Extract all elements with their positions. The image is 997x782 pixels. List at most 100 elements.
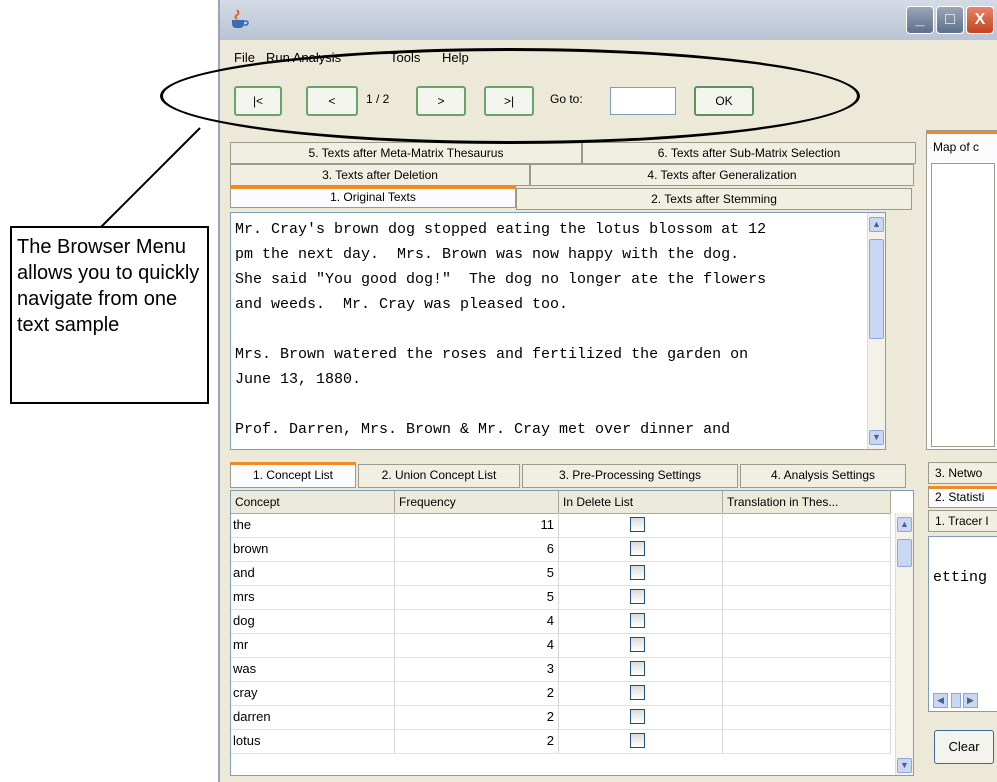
cell-frequency: 5 [395,561,559,585]
table-row[interactable]: brown 6 [231,537,891,562]
table-row[interactable]: was 3 [231,657,891,682]
table-row[interactable]: cray 2 [231,681,891,706]
cell-frequency: 4 [395,633,559,657]
tab-texts-after-meta-matrix-thesaurus[interactable]: 5. Texts after Meta-Matrix Thesaurus [230,142,582,164]
clear-button[interactable]: Clear [934,730,994,764]
menu-tools[interactable]: Tools [390,50,420,65]
scroll-thumb[interactable] [951,693,961,708]
concept-table: Concept Frequency In Delete List Transla… [230,490,914,776]
tab-tracer[interactable]: 1. Tracer l [928,510,997,532]
delete-list-checkbox[interactable] [630,517,645,532]
scroll-left-arrow-icon[interactable]: ◀ [933,693,948,708]
cell-frequency: 2 [395,729,559,753]
java-cup-icon [232,9,249,28]
cell-frequency: 4 [395,609,559,633]
maximize-button[interactable]: □ [936,6,964,34]
cell-in-delete-list [559,537,723,561]
delete-list-checkbox[interactable] [630,709,645,724]
cell-concept: the [231,513,395,537]
tab-texts-after-sub-matrix-selection[interactable]: 6. Texts after Sub-Matrix Selection [582,142,916,164]
last-text-button[interactable]: >| [484,86,534,116]
cell-translation[interactable] [723,705,891,729]
table-header: Concept Frequency In Delete List Transla… [231,491,891,514]
previous-text-button[interactable]: < [306,86,358,116]
cell-concept: darren [231,705,395,729]
tab-concept-list[interactable]: 1. Concept List [230,462,356,488]
tab-original-texts[interactable]: 1. Original Texts [230,186,516,208]
cell-concept: brown [231,537,395,561]
cell-translation[interactable] [723,513,891,537]
tab-map[interactable]: Map of c [927,131,997,161]
tab-statistics[interactable]: 2. Statisti [928,486,997,508]
cell-concept: mr [231,633,395,657]
column-frequency[interactable]: Frequency [395,491,559,513]
tab-analysis-settings[interactable]: 4. Analysis Settings [740,464,906,488]
tracer-output[interactable]: etting ◀ ▶ [928,536,997,712]
scroll-right-arrow-icon[interactable]: ▶ [963,693,978,708]
original-text-pane[interactable]: Mr. Cray's brown dog stopped eating the … [230,212,886,450]
delete-list-checkbox[interactable] [630,589,645,604]
table-row[interactable]: and 5 [231,561,891,586]
cell-translation[interactable] [723,657,891,681]
first-text-button[interactable]: |< [234,86,282,116]
goto-input[interactable] [610,87,676,115]
cell-concept: was [231,657,395,681]
cell-translation[interactable] [723,681,891,705]
table-row[interactable]: lotus 2 [231,729,891,754]
cell-frequency: 11 [395,513,559,537]
scroll-thumb[interactable] [897,539,912,567]
table-row[interactable]: darren 2 [231,705,891,730]
close-button[interactable]: X [966,6,994,34]
tab-union-concept-list[interactable]: 2. Union Concept List [358,464,520,488]
scroll-up-arrow-icon[interactable]: ▲ [897,517,912,532]
delete-list-checkbox[interactable] [630,637,645,652]
cell-translation[interactable] [723,633,891,657]
title-bar: _ □ X [220,0,997,40]
table-row[interactable]: mrs 5 [231,585,891,610]
tab-texts-after-stemming[interactable]: 2. Texts after Stemming [516,188,912,210]
table-row[interactable]: mr 4 [231,633,891,658]
table-vertical-scrollbar[interactable]: ▲ ▼ [895,513,913,775]
delete-list-checkbox[interactable] [630,661,645,676]
map-canvas[interactable] [931,163,995,447]
scroll-down-arrow-icon[interactable]: ▼ [869,430,884,445]
scroll-up-arrow-icon[interactable]: ▲ [869,217,884,232]
cell-in-delete-list [559,561,723,585]
column-translation[interactable]: Translation in Thes... [723,491,891,513]
delete-list-checkbox[interactable] [630,685,645,700]
cell-concept: dog [231,609,395,633]
cell-concept: cray [231,681,395,705]
table-row[interactable]: dog 4 [231,609,891,634]
menu-run-analysis[interactable]: Run Analysis [266,50,341,65]
cell-in-delete-list [559,657,723,681]
cell-frequency: 2 [395,705,559,729]
minimize-button[interactable]: _ [906,6,934,34]
scroll-thumb[interactable] [869,239,884,339]
cell-frequency: 6 [395,537,559,561]
delete-list-checkbox[interactable] [630,541,645,556]
tab-pre-processing-settings[interactable]: 3. Pre-Processing Settings [522,464,738,488]
cell-in-delete-list [559,633,723,657]
menu-file[interactable]: File [234,50,255,65]
scroll-down-arrow-icon[interactable]: ▼ [897,758,912,773]
ok-button[interactable]: OK [694,86,754,116]
next-text-button[interactable]: > [416,86,466,116]
delete-list-checkbox[interactable] [630,565,645,580]
column-in-delete-list[interactable]: In Delete List [559,491,723,513]
table-row[interactable]: the 11 [231,513,891,538]
cell-translation[interactable] [723,537,891,561]
cell-translation[interactable] [723,561,891,585]
column-concept[interactable]: Concept [231,491,395,513]
cell-translation[interactable] [723,729,891,753]
text-vertical-scrollbar[interactable]: ▲ ▼ [867,213,885,449]
delete-list-checkbox[interactable] [630,733,645,748]
goto-label: Go to: [550,92,583,106]
cell-translation[interactable] [723,585,891,609]
menu-help[interactable]: Help [442,50,469,65]
cell-translation[interactable] [723,609,891,633]
tab-network[interactable]: 3. Netwo [928,462,997,484]
tab-texts-after-deletion[interactable]: 3. Texts after Deletion [230,164,530,186]
page-indicator: 1 / 2 [366,92,390,106]
delete-list-checkbox[interactable] [630,613,645,628]
tab-texts-after-generalization[interactable]: 4. Texts after Generalization [530,164,914,186]
